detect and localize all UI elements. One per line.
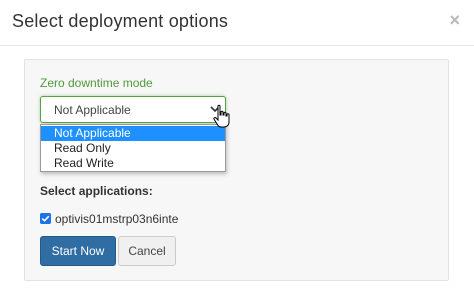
zero-downtime-select[interactable]: Not Applicable [40, 96, 226, 123]
option-read-only[interactable]: Read Only [41, 141, 225, 156]
deployment-options-dialog: Select deployment options × Zero downtim… [0, 0, 474, 308]
zero-downtime-label: Zero downtime mode [40, 76, 153, 90]
option-read-write[interactable]: Read Write [41, 156, 225, 171]
checkbox-checked-icon[interactable] [40, 213, 51, 224]
option-not-applicable[interactable]: Not Applicable [41, 126, 225, 141]
dialog-header: Select deployment options × [0, 0, 474, 46]
close-icon[interactable]: × [449, 10, 460, 30]
select-applications-label: Select applications: [40, 184, 153, 198]
cancel-button[interactable]: Cancel [118, 236, 176, 266]
zero-downtime-dropdown: Not Applicable Read Only Read Write [40, 124, 226, 172]
zero-downtime-selected-value: Not Applicable [54, 103, 131, 117]
start-now-button[interactable]: Start Now [40, 236, 116, 266]
hand-pointer-icon [213, 104, 230, 128]
dialog-title: Select deployment options [12, 11, 229, 31]
application-name: optivis01mstrp03n6inte [55, 212, 179, 226]
